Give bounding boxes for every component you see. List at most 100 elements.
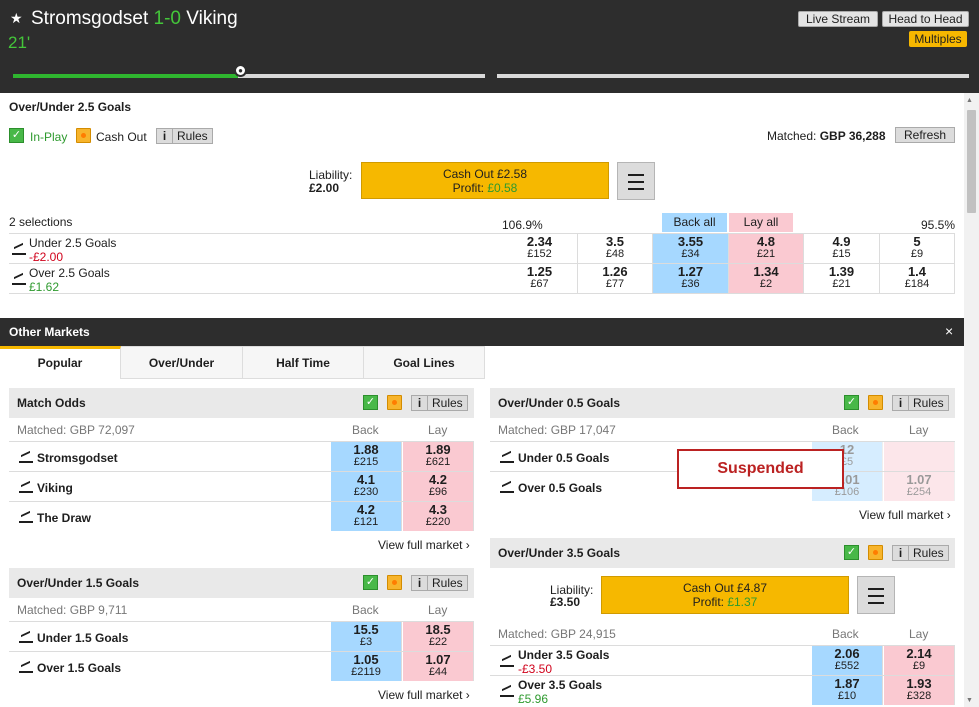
rules-button[interactable]: i Rules xyxy=(892,395,949,411)
price-odds: 2.34 xyxy=(526,234,553,249)
chart-icon[interactable] xyxy=(19,661,33,673)
cashout-settings-button[interactable] xyxy=(857,576,895,614)
event-header: ★ Stromsgodset 1-0 Viking 21' Live Strea… xyxy=(0,0,979,93)
cashout-icon xyxy=(387,395,402,410)
chart-icon[interactable] xyxy=(12,243,26,255)
price-stake: £67 xyxy=(530,278,549,290)
cashout-settings-button[interactable] xyxy=(617,162,655,200)
tab-over-under[interactable]: Over/Under xyxy=(121,346,243,379)
lay-price-cell[interactable]: 4.2 £96 xyxy=(403,472,474,501)
lay-price-cell[interactable]: 1.89 £621 xyxy=(403,442,474,471)
back-price-cell[interactable]: 2.06 £552 xyxy=(812,646,883,675)
scroll-down-icon[interactable]: ▼ xyxy=(966,697,973,704)
inplay-check-icon: ✓ xyxy=(363,395,378,410)
lay-price-cell[interactable]: 18.5 £22 xyxy=(403,622,474,651)
lay-price-cell[interactable]: 1.93 £328 xyxy=(884,676,955,705)
lay-price-cell[interactable]: 1.4 £184 xyxy=(880,264,955,293)
chart-icon[interactable] xyxy=(19,481,33,493)
multiples-button[interactable]: Multiples xyxy=(909,31,967,47)
chart-icon[interactable] xyxy=(19,451,33,463)
back-price-cell[interactable]: 4.2 £121 xyxy=(331,502,402,531)
back-price-cell[interactable]: 1.05 £2119 xyxy=(331,652,402,681)
price-odds: 1.26 xyxy=(602,264,628,279)
other-markets-bar: Other Markets xyxy=(0,318,964,346)
back-price-cell[interactable]: 2.34 £152 xyxy=(502,234,578,263)
price-odds: 3.5 xyxy=(605,234,625,249)
refresh-button[interactable]: Refresh xyxy=(895,127,955,143)
lay-column-label: Lay xyxy=(909,423,929,437)
back-price-cell[interactable]: 4.1 £230 xyxy=(331,472,402,501)
back-column-label: Back xyxy=(352,423,379,437)
matched-amount: Matched: GBP 9,711 xyxy=(17,603,128,617)
chart-icon[interactable] xyxy=(500,481,514,493)
chart-icon[interactable] xyxy=(12,273,26,285)
price-stake: £121 xyxy=(353,516,379,528)
cashout-icon xyxy=(868,395,883,410)
view-full-market-link[interactable]: View full market › xyxy=(378,688,470,702)
lay-price-cell[interactable]: 1.07 £254 xyxy=(884,472,955,501)
lay-column-label: Lay xyxy=(428,603,448,617)
price-odds: 4.8 xyxy=(756,234,776,249)
back-price-cell[interactable]: 15.5 £3 xyxy=(331,622,402,651)
price-odds: 3.55 xyxy=(677,234,704,249)
lay-price-cell[interactable]: 1.34 £2 xyxy=(729,264,804,293)
back-price-cell[interactable]: 1.26 £77 xyxy=(578,264,653,293)
price-odds: 4.3 xyxy=(428,502,448,517)
goal-ball-icon: ● xyxy=(234,64,247,77)
scrollbar-thumb[interactable] xyxy=(967,110,976,213)
chart-icon[interactable] xyxy=(19,511,33,523)
tab-goal-lines[interactable]: Goal Lines xyxy=(364,346,485,379)
market-tabs: Popular Over/Under Half Time Goal Lines xyxy=(0,346,964,379)
back-price-cell[interactable]: 1.27 £36 xyxy=(653,264,729,293)
price-odds: 1.07 xyxy=(425,652,451,667)
lay-price-cell[interactable]: 4.8 £21 xyxy=(729,234,804,263)
head-to-head-button[interactable]: Head to Head xyxy=(882,11,969,27)
rules-button[interactable]: i Rules xyxy=(892,545,949,561)
lay-price-cell[interactable]: 2.14 £9 xyxy=(884,646,955,675)
rules-button[interactable]: i Rules xyxy=(411,395,468,411)
scroll-up-icon[interactable]: ▲ xyxy=(966,97,973,104)
price-odds: 1.05 xyxy=(353,652,379,667)
lay-price-cell[interactable]: 1.07 £44 xyxy=(403,652,474,681)
lay-price-cell[interactable] xyxy=(884,442,955,471)
tab-half-time[interactable]: Half Time xyxy=(243,346,364,379)
lay-price-cell[interactable]: 5 £9 xyxy=(880,234,955,263)
chart-icon[interactable] xyxy=(500,655,514,667)
back-price-cell[interactable]: 1.25 £67 xyxy=(502,264,578,293)
lay-price-cell[interactable]: 1.39 £21 xyxy=(804,264,880,293)
view-full-market-link[interactable]: View full market › xyxy=(378,538,470,552)
back-price-cell[interactable]: 1.87 £10 xyxy=(812,676,883,705)
price-stake: £9 xyxy=(912,660,926,672)
back-price-cell[interactable]: 3.5 £48 xyxy=(578,234,653,263)
cashout-icon xyxy=(868,545,883,560)
price-odds: 4.2 xyxy=(356,502,376,517)
rules-button[interactable]: i Rules xyxy=(411,575,468,591)
lay-price-cell[interactable]: 4.3 £220 xyxy=(403,502,474,531)
price-odds: 2.14 xyxy=(906,646,932,661)
live-stream-button[interactable]: Live Stream xyxy=(798,11,878,27)
star-icon[interactable]: ★ xyxy=(10,10,23,27)
tab-popular[interactable]: Popular xyxy=(0,346,121,379)
price-stake: £230 xyxy=(353,486,379,498)
view-full-market-link[interactable]: View full market › xyxy=(859,508,951,522)
chart-icon[interactable] xyxy=(500,685,514,697)
cashout-label: Cash Out xyxy=(96,130,147,144)
back-price-cell[interactable]: 1.88 £215 xyxy=(331,442,402,471)
cashout-button[interactable]: Cash Out £4.87 Profit: £1.37 xyxy=(601,576,849,614)
lay-all-button[interactable]: Lay all xyxy=(729,213,793,232)
lay-column-label: Lay xyxy=(909,627,929,641)
rules-button[interactable]: i Rules xyxy=(156,128,213,144)
back-column-label: Back xyxy=(832,627,859,641)
back-all-button[interactable]: Back all xyxy=(662,213,727,232)
chart-icon[interactable] xyxy=(500,451,514,463)
back-price-cell[interactable]: 3.55 £34 xyxy=(653,234,729,263)
close-icon[interactable]: × xyxy=(945,323,953,339)
price-stake: £34 xyxy=(681,248,700,260)
price-stake: £9 xyxy=(910,248,924,260)
cashout-button[interactable]: Cash Out £2.58 Profit: £0.58 xyxy=(361,162,609,199)
lay-price-cell[interactable]: 4.9 £15 xyxy=(804,234,880,263)
timeline-progress xyxy=(13,74,238,78)
runner-name: Under 0.5 Goals xyxy=(518,451,610,465)
liability-value: £2.00 xyxy=(309,181,340,195)
chart-icon[interactable] xyxy=(19,631,33,643)
